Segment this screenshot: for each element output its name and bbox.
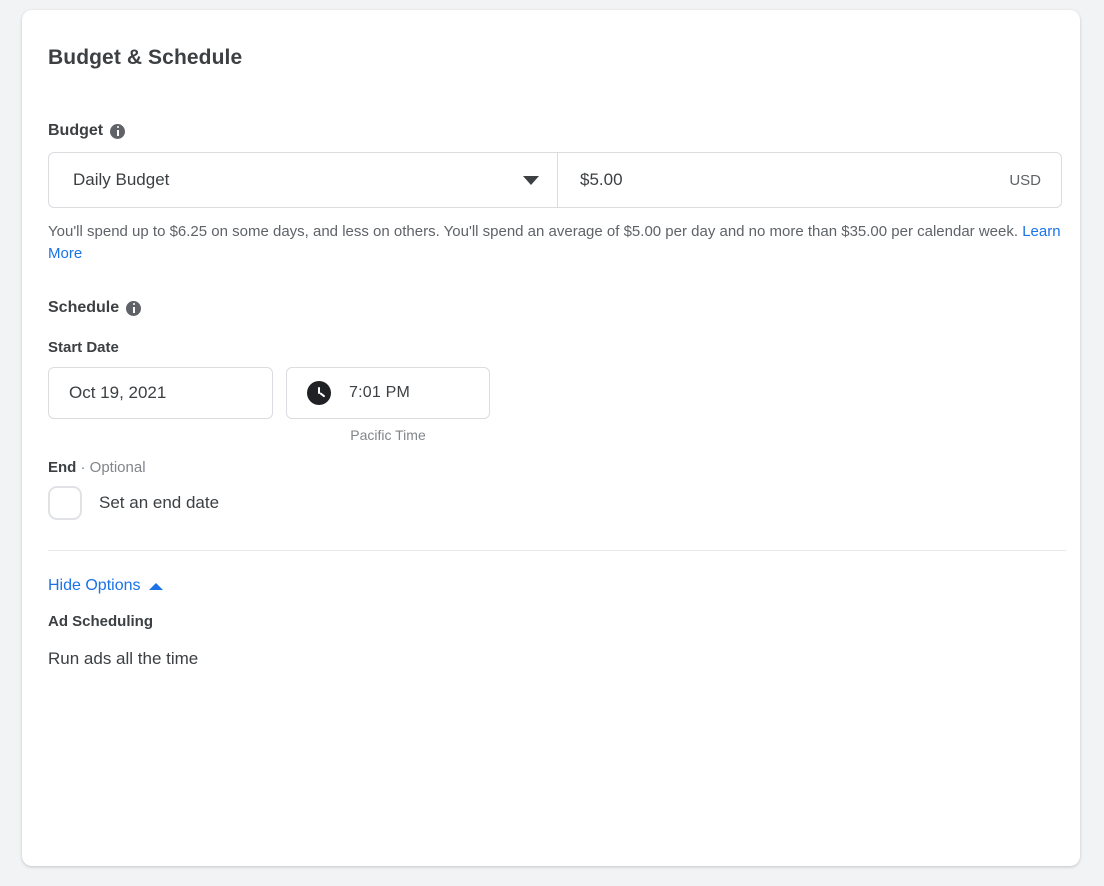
start-date-input[interactable]: Oct 19, 2021: [48, 367, 273, 420]
hide-options-label: Hide Options: [48, 577, 141, 595]
budget-help-text: You'll spend up to $6.25 on some days, a…: [48, 221, 1068, 265]
start-time-value: 7:01 PM: [349, 384, 410, 402]
budget-type-value: Daily Budget: [73, 170, 170, 189]
ad-scheduling-value: Run ads all the time: [48, 649, 199, 669]
set-end-date-checkbox[interactable]: [48, 486, 82, 521]
end-date-label: End · Optional: [48, 459, 1062, 476]
ad-scheduling-title: Ad Scheduling: [48, 613, 153, 631]
chevron-down-icon: [523, 175, 539, 185]
info-icon[interactable]: [110, 123, 126, 139]
schedule-label-text: Schedule: [48, 299, 120, 317]
page-title: Budget & Schedule: [48, 46, 243, 69]
start-date-value: Oct 19, 2021: [69, 383, 167, 403]
clock-icon: [307, 381, 331, 406]
start-date-label: Start Date: [48, 339, 119, 357]
set-end-date-label: Set an end date: [99, 493, 220, 513]
budget-amount-value: $5.00: [580, 170, 623, 189]
budget-section-label: Budget: [48, 122, 1062, 140]
budget-amount-field[interactable]: $5.00 USD: [558, 153, 1061, 207]
start-time-input[interactable]: 7:01 PM: [286, 367, 490, 420]
hide-options-toggle[interactable]: Hide Options: [48, 577, 163, 595]
start-time-group: 7:01 PM Pacific Time: [286, 367, 490, 443]
section-divider: [48, 550, 1066, 552]
budget-schedule-card: Budget & Schedule Budget Daily Budget $5…: [22, 10, 1080, 866]
set-end-date-checkbox-row[interactable]: Set an end date: [48, 486, 220, 521]
end-label-optional: · Optional: [76, 459, 146, 477]
timezone-caption: Pacific Time: [350, 427, 426, 444]
info-icon[interactable]: [126, 300, 142, 316]
schedule-section-label: Schedule: [48, 299, 1062, 317]
budget-label-text: Budget: [48, 122, 104, 139]
budget-type-select[interactable]: Daily Budget: [49, 153, 558, 207]
start-datetime-row: Oct 19, 2021 7:01 PM Pacific Time: [48, 367, 1062, 443]
caret-up-icon: [148, 582, 163, 590]
budget-help-sentence: You'll spend up to $6.25 on some days, a…: [48, 223, 1023, 240]
budget-input-row: Daily Budget $5.00 USD: [48, 152, 1062, 208]
end-label-strong: End: [48, 459, 77, 477]
currency-label: USD: [1009, 171, 1041, 189]
